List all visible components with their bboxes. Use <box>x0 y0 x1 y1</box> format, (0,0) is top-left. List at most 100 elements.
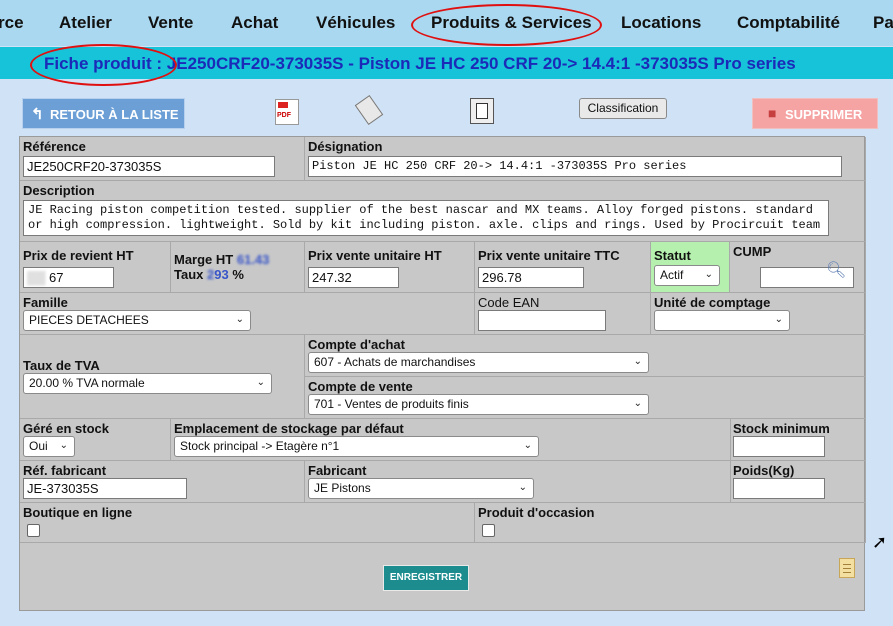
chevron-down-icon: ⌄ <box>774 314 783 325</box>
weight-label: Poids(Kg) <box>733 463 795 478</box>
margin-rate-value: 93 <box>214 267 229 282</box>
manufacturer-ref-label: Réf. fabricant <box>23 463 107 478</box>
nav-item-achat[interactable]: Achat <box>231 13 278 33</box>
manufacturer-select[interactable]: JE Pistons ⌄ <box>308 478 534 499</box>
cost-price-label: Prix de revient HT <box>23 248 134 263</box>
tag-icon[interactable] <box>354 95 384 125</box>
location-select[interactable]: Stock principal -> Etagère n°1 ⌄ <box>174 436 539 457</box>
family-select-value: PIECES DETACHEES <box>29 313 149 327</box>
vat-select[interactable]: 20.00 % TVA normale ⌄ <box>23 373 272 394</box>
sales-account-value: 701 - Ventes de produits finis <box>314 397 469 411</box>
nav-item-vente[interactable]: Vente <box>148 13 193 33</box>
ean-label: Code EAN <box>478 295 540 310</box>
margin-ht-label: Marge HT 61.43 <box>174 252 269 267</box>
stock-min-input[interactable] <box>733 436 825 457</box>
sales-account-select[interactable]: 701 - Ventes de produits finis ⌄ <box>308 394 649 415</box>
scroll-icon[interactable] <box>839 558 855 578</box>
manufacturer-label: Fabricant <box>308 463 367 478</box>
delete-button[interactable]: ■ SUPPRIMER <box>752 98 878 129</box>
chevron-down-icon: ⌄ <box>633 398 642 409</box>
location-select-value: Stock principal -> Etagère n°1 <box>180 439 340 453</box>
cost-price-input[interactable]: ▒▒ 67 <box>23 267 114 288</box>
location-label: Emplacement de stockage par défaut <box>174 421 404 436</box>
nav-item-partial-right[interactable]: Pa <box>873 13 893 33</box>
designation-input[interactable]: Piston JE HC 250 CRF 20-> 14.4:1 -373035… <box>308 156 842 177</box>
description-label: Description <box>23 183 95 198</box>
manufacturer-ref-cell: Réf. fabricant JE-373035S <box>20 461 305 503</box>
save-button[interactable]: ENREGISTRER <box>383 565 469 591</box>
classification-button[interactable]: Classification <box>579 98 667 119</box>
nav-item-atelier[interactable]: Atelier <box>59 13 112 33</box>
description-textarea[interactable]: JE Racing piston competition tested. sup… <box>23 200 829 236</box>
designation-cell: Désignation Piston JE HC 250 CRF 20-> 14… <box>305 137 866 181</box>
nav-item-partial-left[interactable]: rce <box>0 13 24 33</box>
purchase-account-value: 607 - Achats de marchandises <box>314 355 476 369</box>
family-select[interactable]: PIECES DETACHEES ⌄ <box>23 310 251 331</box>
designation-label: Désignation <box>308 139 383 154</box>
annotation-ellipse <box>30 44 177 86</box>
sales-account-cell: Compte de vente 701 - Ventes de produits… <box>305 377 866 419</box>
online-shop-label: Boutique en ligne <box>23 505 133 520</box>
manufacturer-cell: Fabricant JE Pistons ⌄ <box>305 461 731 503</box>
price-ttc-input[interactable]: 296.78 <box>478 267 584 288</box>
status-select[interactable]: Actif ⌄ <box>654 265 720 286</box>
unit-label: Unité de comptage <box>654 295 771 310</box>
location-cell: Emplacement de stockage par défaut Stock… <box>171 419 731 461</box>
purchase-account-select[interactable]: 607 - Achats de marchandises ⌄ <box>308 352 649 373</box>
page-title-product: JE250CRF20-373035S - Piston JE HC 250 CR… <box>166 54 796 73</box>
stock-min-label: Stock minimum <box>733 421 830 436</box>
magnifier-icon[interactable]: 🔍︎ <box>826 260 846 280</box>
price-ht-cell: Prix vente unitaire HT 247.32 <box>305 242 475 293</box>
weight-input[interactable] <box>733 478 825 499</box>
stock-managed-cell: Géré en stock Oui ⌄ <box>20 419 171 461</box>
chevron-down-icon: ⌄ <box>235 314 244 325</box>
reference-cell: Référence JE250CRF20-373035S <box>20 137 305 181</box>
ean-input[interactable] <box>478 310 606 331</box>
vat-label: Taux de TVA <box>23 358 100 373</box>
reference-input[interactable]: JE250CRF20-373035S <box>23 156 275 177</box>
nav-item-vehicules[interactable]: Véhicules <box>316 13 395 33</box>
chevron-down-icon: ⌄ <box>704 269 713 280</box>
margin-ht-text: Marge HT <box>174 252 234 267</box>
stock-managed-select[interactable]: Oui ⌄ <box>23 436 75 457</box>
mouse-cursor-icon: ➚ <box>872 532 888 552</box>
status-select-value: Actif <box>660 268 684 282</box>
family-label: Famille <box>23 295 68 310</box>
online-shop-cell: Boutique en ligne <box>20 503 475 543</box>
vat-cell: Taux de TVA 20.00 % TVA normale ⌄ <box>20 335 305 419</box>
chevron-down-icon: ⌄ <box>633 356 642 367</box>
chevron-down-icon: ⌄ <box>518 482 527 493</box>
manufacturer-select-value: JE Pistons <box>314 481 371 495</box>
vat-select-value: 20.00 % TVA normale <box>29 376 145 390</box>
nav-item-comptabilite[interactable]: Comptabilité <box>737 13 840 33</box>
second-hand-checkbox[interactable] <box>482 524 495 537</box>
description-cell: Description JE Racing piston competition… <box>20 181 866 242</box>
ean-cell: Code EAN <box>475 293 651 335</box>
price-ht-label: Prix vente unitaire HT <box>308 248 442 263</box>
stock-min-cell: Stock minimum <box>731 419 866 461</box>
second-hand-cell: Produit d'occasion <box>475 503 866 543</box>
margin-rate-text: Taux <box>174 267 204 282</box>
online-shop-checkbox[interactable] <box>27 524 40 537</box>
unit-select[interactable]: ⌄ <box>654 310 790 331</box>
percent-sign: % <box>232 267 244 282</box>
family-cell: Famille PIECES DETACHEES ⌄ <box>20 293 475 335</box>
cump-cell: CUMP 🔍︎ <box>730 242 866 293</box>
price-ttc-label: Prix vente unitaire TTC <box>478 248 620 263</box>
price-ht-input[interactable]: 247.32 <box>308 267 399 288</box>
purchase-account-label: Compte d'achat <box>308 337 405 352</box>
chevron-down-icon: ⌄ <box>523 440 532 451</box>
unit-cell: Unité de comptage ⌄ <box>651 293 866 335</box>
back-to-list-button[interactable]: ↰ RETOUR À LA LISTE <box>22 98 185 129</box>
product-form: Référence JE250CRF20-373035S Désignation… <box>19 136 866 611</box>
price-ttc-cell: Prix vente unitaire TTC 296.78 <box>475 242 651 293</box>
pdf-icon[interactable] <box>275 99 299 125</box>
duplicate-icon[interactable] <box>470 98 494 124</box>
back-button-label: RETOUR À LA LISTE <box>50 107 179 122</box>
purchase-account-cell: Compte d'achat 607 - Achats de marchandi… <box>305 335 866 377</box>
margin-rate-label: Taux 293 % <box>174 267 244 282</box>
manufacturer-ref-input[interactable]: JE-373035S <box>23 478 187 499</box>
nav-item-locations[interactable]: Locations <box>621 13 701 33</box>
sales-account-label: Compte de vente <box>308 379 413 394</box>
stock-managed-label: Géré en stock <box>23 421 109 436</box>
